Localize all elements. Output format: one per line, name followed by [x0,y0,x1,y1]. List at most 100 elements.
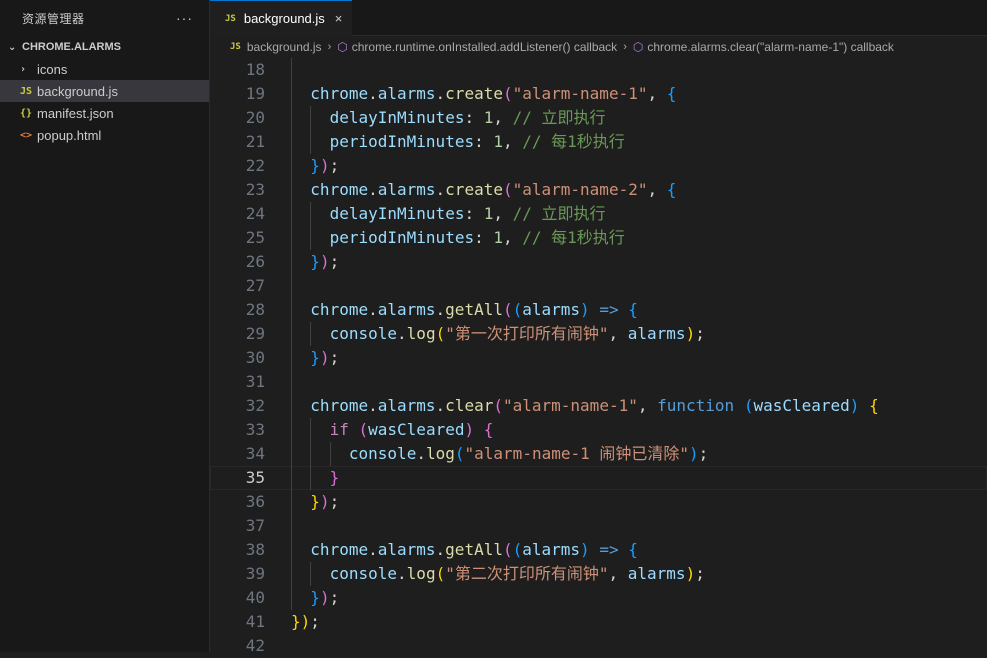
tab-background-js[interactable]: JS background.js × [210,0,352,36]
tree-item-background-js[interactable]: JS background.js [0,80,209,102]
code-line[interactable]: 31 [210,370,987,394]
code-token: { [628,300,638,319]
code-line[interactable]: 32 chrome.alarms.clear("alarm-name-1", fu… [210,394,987,418]
code-token: getAll [445,540,503,559]
code-token: } [291,612,301,631]
code-line[interactable]: 19 chrome.alarms.create("alarm-name-1", { [210,82,987,106]
code-line[interactable]: 21 periodInMinutes: 1, // 每1秒执行 [210,130,987,154]
explorer-sidebar: 资源管理器 ··· ⌄ CHROME.ALARMS › icons JS bac… [0,0,210,652]
indent-guide [291,418,292,442]
code-token: chrome [310,84,369,103]
indent-guide [291,322,292,346]
line-number: 19 [245,84,265,103]
line-number: 29 [245,324,265,343]
tree-item-manifest-json[interactable]: {} manifest.json [0,102,209,124]
code-text: console.log("alarm-name-1 闹钟已清除"); [349,442,708,466]
code-line[interactable]: 38 chrome.alarms.getAll((alarms) => { [210,538,987,562]
line-number: 21 [245,132,265,151]
code-token: ; [329,156,340,175]
line-number: 32 [245,396,265,415]
code-line[interactable]: 24 delayInMinutes: 1, // 立即执行 [210,202,987,226]
code-token: } [310,588,320,607]
indent-guide [291,274,292,298]
tree-item-label: icons [37,61,68,77]
code-token: . [435,396,446,415]
code-line[interactable]: 28 chrome.alarms.getAll((alarms) => { [210,298,987,322]
code-line[interactable]: 42 [210,634,987,658]
indent-guide [291,226,292,250]
code-token: . [368,540,378,559]
line-number: 33 [245,420,265,439]
breadcrumb-item[interactable]: chrome.alarms.clear("alarm-name-1") call… [647,40,894,54]
code-line[interactable]: 29 console.log("第一次打印所有闹钟", alarms); [210,322,987,346]
line-number: 30 [245,348,265,367]
code-line[interactable]: 18 [210,58,987,82]
more-actions-icon[interactable]: ··· [176,10,193,26]
code-token: chrome [310,180,369,199]
code-token: ) [319,588,330,607]
code-token: , [637,396,658,415]
code-token: function [657,396,735,415]
code-token: periodInMinutes [329,228,475,247]
code-token: ) [319,252,330,271]
tree-item-popup-html[interactable]: <> popup.html [0,124,209,146]
code-token: ) [689,444,699,463]
code-line[interactable]: 22}); [210,154,987,178]
code-token: ; [310,612,320,631]
code-line[interactable]: 37 [210,514,987,538]
code-line[interactable]: 41}); [210,610,987,634]
code-line[interactable]: 40}); [210,586,987,610]
code-token: ) [580,300,590,319]
code-text: chrome.alarms.getAll((alarms) => { [310,538,638,562]
code-token: ( [743,396,754,415]
line-number: 22 [245,156,265,175]
folder-chrome-alarms[interactable]: ⌄ CHROME.ALARMS [0,36,209,58]
code-token: { [483,420,494,439]
code-text: } [330,466,340,490]
code-token: ( [454,444,465,463]
code-token: . [435,84,446,103]
chevron-right-icon: › [327,41,332,53]
code-token: alarms [377,396,436,415]
code-token: ; [329,588,340,607]
code-line[interactable]: 33 if (wasCleared) { [210,418,987,442]
code-token: { [666,84,677,103]
code-token: => [599,540,619,559]
explorer-title: 资源管理器 [22,11,85,26]
code-token: . [397,324,407,343]
code-token: getAll [445,300,503,319]
indent-guide [291,514,292,538]
code-text: delayInMinutes: 1, // 立即执行 [330,202,606,226]
breadcrumb-item[interactable]: chrome.runtime.onInstalled.addListener()… [352,40,617,54]
code-token: console [329,324,398,343]
code-line[interactable]: 36}); [210,490,987,514]
code-line[interactable]: 20 delayInMinutes: 1, // 立即执行 [210,106,987,130]
code-token: 1 [483,108,494,127]
code-token: ) [300,612,311,631]
code-token: ) [849,396,860,415]
breadcrumb-file[interactable]: background.js [247,40,322,54]
code-line[interactable]: 30}); [210,346,987,370]
code-line[interactable]: 23 chrome.alarms.create("alarm-name-2", { [210,178,987,202]
code-line[interactable]: 26}); [210,250,987,274]
code-token: . [368,180,378,199]
line-number: 37 [245,516,265,535]
indent-guide [329,442,331,466]
code-line[interactable]: 39 console.log("第二次打印所有闹钟", alarms); [210,562,987,586]
code-token: console [348,444,417,463]
tree-item-icons[interactable]: › icons [0,58,209,80]
code-line[interactable]: 34 console.log("alarm-name-1 闹钟已清除"); [210,442,987,466]
indent-guide [291,298,292,322]
code-token: ( [502,84,513,103]
code-line[interactable]: 27 [210,274,987,298]
json-file-icon: {} [20,107,33,119]
code-token: : [464,204,484,223]
code-editor[interactable]: 18 19 chrome.alarms.create("alarm-name-1",… [210,58,987,655]
close-icon[interactable]: × [335,11,343,26]
code-line[interactable]: 35} [210,466,987,490]
code-token: . [435,300,446,319]
code-token: . [435,540,446,559]
code-token: . [416,444,426,463]
code-line[interactable]: 25 periodInMinutes: 1, // 每1秒执行 [210,226,987,250]
